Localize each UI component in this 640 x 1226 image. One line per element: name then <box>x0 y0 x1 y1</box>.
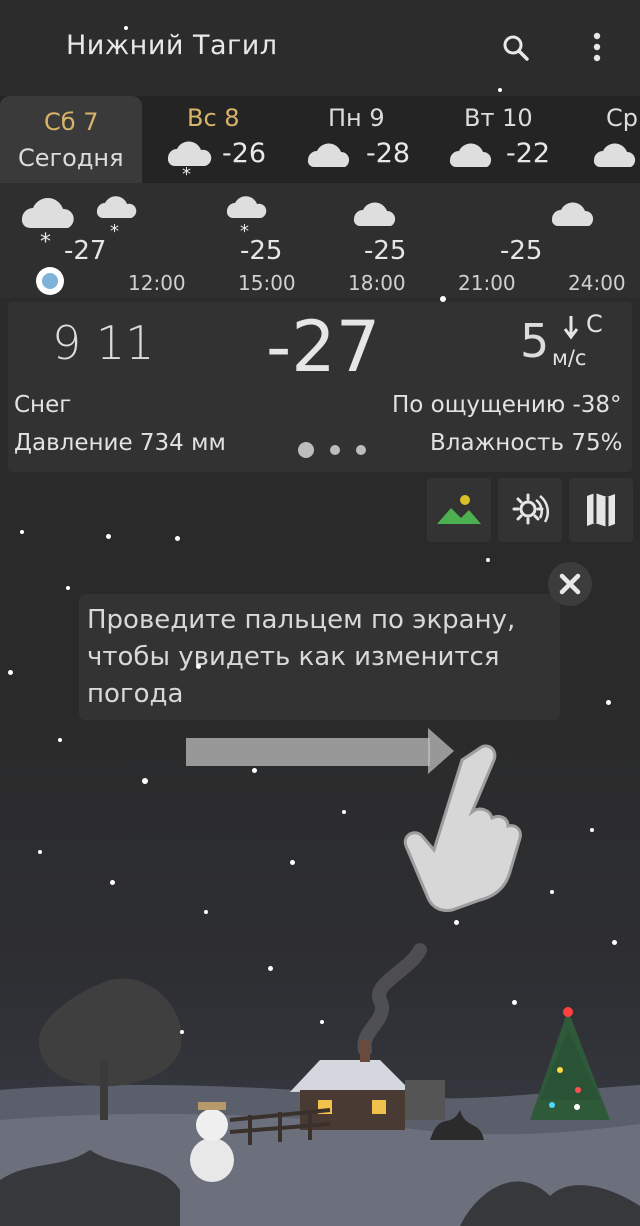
day-tab-label: Сб 7 <box>44 108 99 136</box>
snowflake <box>38 850 42 854</box>
wind-direction-icon <box>563 316 579 340</box>
snowflake <box>180 1030 184 1034</box>
day-tab-temp: -26 <box>222 138 267 169</box>
hourly-temp: -25 <box>364 236 407 266</box>
snowflake <box>124 26 128 30</box>
snow-cloud-icon: * <box>226 196 267 239</box>
wind-unit: м/с <box>552 346 587 370</box>
hourly-time: 24:00 <box>568 271 626 295</box>
background-scene-button[interactable] <box>427 478 491 542</box>
weather-radar-button[interactable] <box>498 478 562 542</box>
day-tab-temp: -22 <box>506 138 551 169</box>
svg-text:*: * <box>40 230 51 247</box>
snowflake <box>252 768 257 773</box>
day-tab-sun[interactable]: Вс 8 * -26 <box>142 96 284 183</box>
snowflake <box>66 586 70 590</box>
snowflake <box>512 1000 517 1005</box>
snowflake <box>574 1104 580 1110</box>
pressure: Давление 734 мм <box>14 430 226 456</box>
cloud-icon <box>551 202 594 227</box>
wind-speed: 5 <box>520 314 550 368</box>
close-icon <box>559 573 581 595</box>
snowflake <box>440 296 446 302</box>
current-time-marker <box>36 267 64 295</box>
page-indicator-active[interactable] <box>298 442 314 458</box>
day-tab-mon[interactable]: Пн 9 -28 <box>284 96 426 183</box>
hourly-temp: -27 <box>64 236 107 266</box>
day-tab-tue[interactable]: Вт 10 -22 <box>426 96 568 183</box>
snowflake <box>142 778 148 784</box>
current-time: 9 11 <box>52 316 155 370</box>
overflow-menu-button[interactable] <box>585 28 609 68</box>
app-header: Нижний Тагил <box>0 0 640 96</box>
cloud-icon <box>449 143 492 168</box>
snowflake <box>175 536 180 541</box>
snowflake <box>196 664 201 669</box>
humidity: Влажность 75% <box>430 430 623 456</box>
hourly-temp: -25 <box>240 236 283 266</box>
city-title[interactable]: Нижний Тагил <box>66 30 278 61</box>
feels-like: По ощущению -38° <box>392 392 622 418</box>
swipe-hint-tooltip: Проведите пальцем по экрану, чтобы увиде… <box>79 594 560 720</box>
more-vert-icon <box>593 32 601 62</box>
snowflake <box>58 738 62 742</box>
current-temp: -27 <box>266 306 381 388</box>
map-icon <box>587 493 615 527</box>
hourly-temp: -25 <box>500 236 543 266</box>
snowflake <box>204 910 208 914</box>
snowflake <box>486 558 490 562</box>
swipe-hint-text: Проведите пальцем по экрану, чтобы увиде… <box>87 605 516 709</box>
snowflake <box>268 966 273 971</box>
snowflake <box>8 670 13 675</box>
snow-cloud-icon: * <box>96 196 137 239</box>
search-button[interactable] <box>498 30 534 66</box>
hourly-time: 21:00 <box>458 271 516 295</box>
weather-radar-icon <box>512 493 550 525</box>
day-tab-today[interactable]: Сб 7 Сегодня <box>0 96 142 183</box>
day-tab-sublabel: Сегодня <box>18 144 124 172</box>
svg-text:*: * <box>110 221 119 239</box>
hourly-forecast[interactable]: * * * -27 -25 -25 -25 12:00 15:00 18:00 … <box>0 183 640 298</box>
map-button[interactable] <box>569 478 633 542</box>
snowflake <box>20 530 24 534</box>
snowflake <box>454 920 459 925</box>
cloud-icon <box>353 202 396 227</box>
hourly-time: 15:00 <box>238 271 296 295</box>
day-tab-label: Вс 8 <box>187 104 240 132</box>
snowflake <box>550 890 554 894</box>
snowflake <box>290 860 295 865</box>
search-icon <box>503 35 529 61</box>
cloud-icon <box>593 143 636 168</box>
snowflake <box>342 810 346 814</box>
winter-scene-illustration <box>0 943 640 1226</box>
wind-direction: С <box>586 310 603 338</box>
svg-text:*: * <box>182 164 191 182</box>
day-tabs: Сб 7 Сегодня Вс 8 * -26 Пн 9 -28 Вт 10 -… <box>0 96 640 183</box>
day-tab-temp: -28 <box>366 138 411 169</box>
snowflake <box>106 534 111 539</box>
page-indicator[interactable] <box>356 445 366 455</box>
landscape-icon <box>437 495 481 524</box>
page-indicator[interactable] <box>330 445 340 455</box>
day-tab-label: Ср <box>606 104 638 132</box>
day-tab-wed[interactable]: Ср <box>568 96 640 183</box>
condition-text: Снег <box>14 392 72 418</box>
day-tab-label: Пн 9 <box>328 104 385 132</box>
snow-cloud-icon: * <box>167 141 212 182</box>
hourly-time: 18:00 <box>348 271 406 295</box>
snowflake <box>498 88 502 92</box>
snowflake <box>590 828 594 832</box>
hourly-time: 12:00 <box>128 271 186 295</box>
day-tab-label: Вт 10 <box>464 104 533 132</box>
snowflake <box>606 700 611 705</box>
cloud-icon <box>307 143 350 168</box>
snowflake <box>110 880 115 885</box>
snowflake <box>320 1020 324 1024</box>
snowflake <box>612 940 617 945</box>
close-hint-button[interactable] <box>548 562 592 606</box>
current-conditions-card[interactable]: 9 11 -27 5 С м/с Снег По ощущению -38° Д… <box>8 302 632 472</box>
pointing-hand-icon <box>403 744 522 912</box>
